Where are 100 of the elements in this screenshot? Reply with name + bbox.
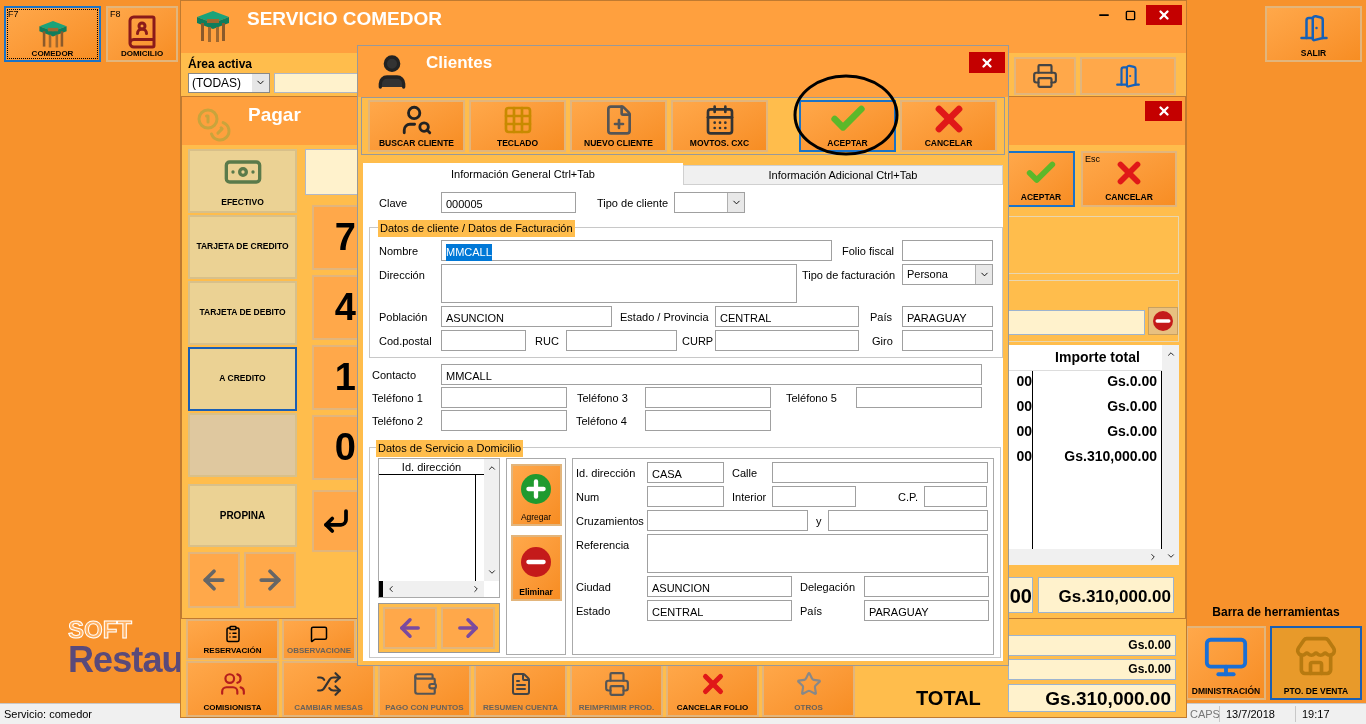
chevron-left-icon	[386, 584, 396, 594]
input-field[interactable]: MMCALL	[441, 240, 832, 261]
text-area[interactable]	[647, 534, 988, 573]
tip-button[interactable]: PROPINA	[188, 483, 297, 547]
dropdown-field[interactable]	[674, 192, 745, 213]
input-field[interactable]	[645, 387, 771, 408]
input-field[interactable]	[274, 72, 358, 93]
keypad-key[interactable]: 0	[312, 414, 359, 480]
toolbar-button[interactable]: CANCELAR	[900, 100, 997, 152]
cancel-button[interactable]: Esc CANCELAR	[1081, 150, 1177, 207]
field-label: Referencia	[576, 538, 631, 553]
exit-button[interactable]: SALIR	[1265, 6, 1362, 62]
payment-method-button[interactable]: TARJETA DE CREDITO	[188, 214, 297, 279]
print-button[interactable]	[1014, 56, 1076, 95]
input-field[interactable]: ASUNCION	[441, 306, 612, 327]
payment-method-button[interactable]: A CREDITO	[188, 346, 297, 411]
input-field[interactable]: PARAGUAY	[864, 600, 989, 621]
input-field[interactable]	[647, 510, 808, 531]
input-field[interactable]: MMCALL	[441, 364, 982, 385]
close-button[interactable]	[969, 52, 1005, 73]
chevron-right-icon	[471, 584, 481, 594]
remove-button[interactable]	[1148, 306, 1178, 335]
field-label: Cod.postal	[379, 334, 433, 349]
toolbar-button[interactable]: BUSCAR CLIENTE	[368, 100, 465, 152]
toolbar-button[interactable]: TECLADO	[469, 100, 566, 152]
field-label: y	[816, 514, 823, 529]
maximize-icon[interactable]	[1125, 9, 1136, 21]
tab[interactable]: Información Adicional Ctrl+Tab	[683, 165, 1003, 185]
horizontal-scrollbar[interactable]	[379, 581, 484, 597]
keypad-key[interactable]: 7	[312, 204, 359, 270]
input-field[interactable]: 000005	[441, 192, 576, 213]
keypad-key[interactable]: 1	[312, 344, 359, 410]
window-title: Pagar	[248, 102, 301, 127]
input-field[interactable]	[902, 240, 993, 261]
input-field[interactable]	[772, 462, 988, 483]
input-field[interactable]	[772, 486, 856, 507]
close-button[interactable]	[1145, 100, 1182, 121]
input-field[interactable]	[902, 330, 993, 351]
close-button[interactable]	[1146, 5, 1182, 25]
area-label: Área activa	[188, 55, 254, 73]
input-field[interactable]	[645, 410, 771, 431]
toolbar-button[interactable]: PTO. DE VENTA	[1270, 626, 1362, 700]
input-field[interactable]: ASUNCION	[647, 576, 792, 597]
door-icon	[1115, 62, 1141, 89]
accept-button[interactable]: ACEPTAR	[1007, 150, 1075, 207]
input-field[interactable]: CENTRAL	[647, 600, 792, 621]
input-field[interactable]	[441, 410, 567, 431]
chevron-up-icon	[486, 463, 497, 473]
toolbar-button[interactable]: NUEVO CLIENTE	[570, 100, 667, 152]
input-field[interactable]	[828, 510, 988, 531]
input-field[interactable]	[924, 486, 987, 507]
input-field[interactable]	[441, 330, 526, 351]
next-button[interactable]	[244, 551, 296, 608]
input-field[interactable]	[856, 387, 982, 408]
action-button[interactable]: RESERVACIÓN	[186, 619, 279, 660]
input-field[interactable]: CENTRAL	[715, 306, 859, 327]
field-label: Nombre	[379, 244, 420, 259]
launcher-button[interactable]: F7 COMEDOR	[4, 6, 101, 62]
close-icon	[980, 55, 994, 70]
toolbar-button[interactable]: DMINISTRACIÓN	[1186, 626, 1266, 700]
input-field[interactable]	[647, 486, 724, 507]
dropdown-field[interactable]: Persona	[902, 264, 993, 285]
input-field[interactable]	[566, 330, 677, 351]
enter-key[interactable]	[312, 489, 359, 552]
total-field: Gs.310,000.00	[1038, 576, 1174, 613]
input-field[interactable]	[441, 387, 567, 408]
text-area[interactable]	[441, 264, 797, 303]
input-field[interactable]	[715, 330, 859, 351]
toolbar-title: Barra de herramientas	[1212, 604, 1340, 621]
input-field[interactable]	[864, 576, 989, 597]
horizontal-scrollbar[interactable]	[1007, 548, 1162, 565]
payment-method-button[interactable]: TARJETA DE DEBITO	[188, 280, 297, 345]
field-label: Folio fiscal	[842, 244, 895, 259]
previous-button[interactable]	[383, 607, 437, 649]
previous-button[interactable]	[188, 551, 240, 608]
area-dropdown[interactable]: (TODAS)	[188, 72, 270, 93]
tab[interactable]: Información General Ctrl+Tab	[363, 163, 683, 185]
toolbar-button[interactable]: ACEPTAR	[799, 100, 896, 152]
delete-button[interactable]: Eliminar	[510, 535, 562, 601]
action-button[interactable]: COMISIONISTA	[186, 661, 279, 717]
vertical-scrollbar[interactable]	[1162, 344, 1179, 565]
exit-button[interactable]	[1080, 56, 1176, 95]
input-field[interactable]: PARAGUAY	[902, 306, 993, 327]
next-button[interactable]	[441, 607, 495, 649]
add-button[interactable]: Agregar	[510, 464, 562, 526]
toolbar-button[interactable]: MOVTOS. CXC	[671, 100, 768, 152]
amount-field[interactable]	[305, 148, 359, 195]
launcher-button[interactable]: F8 DOMICILIO	[106, 6, 178, 62]
field-label: Calle	[732, 466, 759, 481]
chevron-down-icon	[486, 567, 497, 577]
payment-method-button[interactable]: EFECTIVO	[188, 148, 297, 213]
field-label: Tipo de cliente	[597, 196, 670, 211]
vertical-scrollbar[interactable]	[484, 459, 499, 581]
field-label: Contacto	[372, 368, 418, 383]
field-label: Dirección	[379, 268, 426, 283]
column-header: Importe total	[1054, 347, 1141, 367]
chevron-right-icon	[1148, 551, 1158, 562]
keypad-key[interactable]: 4	[312, 274, 359, 340]
input-field[interactable]	[1008, 309, 1146, 335]
input-field[interactable]: CASA	[647, 462, 724, 483]
